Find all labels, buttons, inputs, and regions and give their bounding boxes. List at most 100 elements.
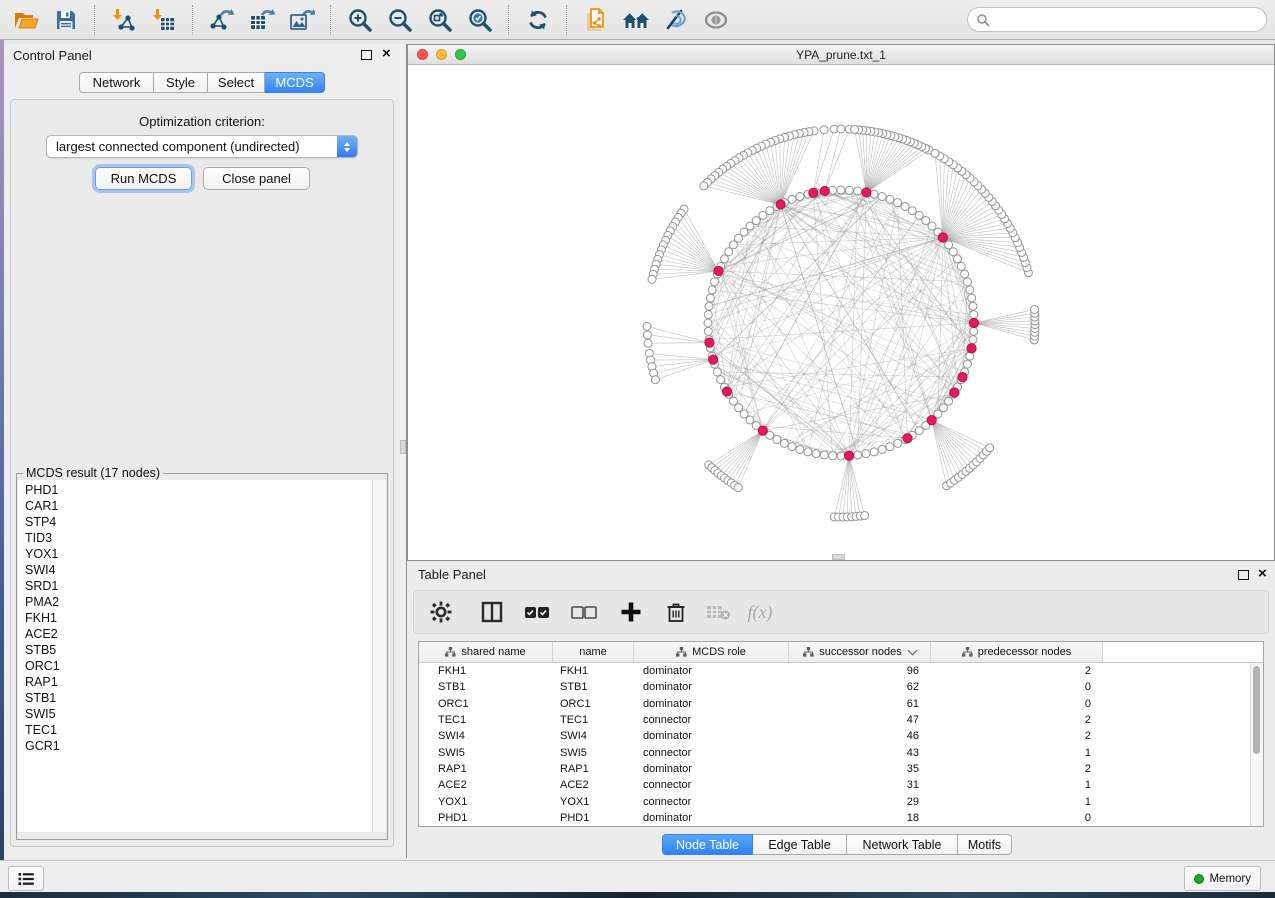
network-node[interactable] [837, 452, 845, 460]
mcds-node[interactable] [705, 338, 714, 347]
network-node[interactable] [963, 360, 971, 368]
open-session-icon[interactable] [6, 3, 46, 37]
zoom-fit-icon[interactable] [420, 3, 460, 37]
network-node[interactable] [970, 327, 978, 335]
panel-splitter[interactable] [400, 44, 407, 858]
table-row[interactable]: TEC1TEC1connector472 [419, 712, 1263, 728]
mcds-result-item[interactable]: ACE2 [25, 626, 372, 642]
network-node[interactable] [878, 445, 886, 453]
network-node[interactable] [648, 275, 656, 283]
network-node[interactable] [713, 368, 721, 376]
network-node[interactable] [837, 186, 845, 194]
table-row[interactable]: SWI4SWI4dominator462 [419, 728, 1263, 744]
search-input[interactable] [990, 9, 1266, 31]
network-node[interactable] [969, 336, 977, 344]
column-chooser-icon[interactable] [479, 599, 505, 625]
mcds-result-item[interactable]: YOX1 [25, 546, 372, 562]
network-node[interactable] [901, 202, 909, 210]
horizontal-splitter-handle[interactable] [832, 554, 845, 560]
mcds-node[interactable] [938, 233, 947, 242]
mcds-node[interactable] [862, 188, 871, 197]
network-node[interactable] [957, 262, 965, 270]
network-node[interactable] [700, 182, 708, 190]
import-network-icon[interactable] [104, 3, 144, 37]
network-node[interactable] [854, 451, 862, 459]
network-node[interactable] [870, 448, 878, 456]
network-node[interactable] [717, 376, 725, 384]
tab-network[interactable]: Network [79, 72, 154, 93]
mcds-node[interactable] [809, 188, 818, 197]
network-node[interactable] [969, 302, 977, 310]
table-scrollbar[interactable] [1250, 663, 1263, 826]
add-column-icon[interactable] [618, 599, 644, 625]
network-window-titlebar[interactable]: YPA_prune.txt_1 [408, 45, 1274, 65]
network-node[interactable] [706, 294, 714, 302]
mcds-result-item[interactable]: GCR1 [25, 738, 372, 754]
network-node[interactable] [766, 207, 774, 215]
network-node[interactable] [966, 286, 974, 294]
table-settings-icon[interactable] [428, 599, 454, 625]
zoom-out-icon[interactable] [380, 3, 420, 37]
save-session-icon[interactable] [46, 3, 86, 37]
panel-menu-button[interactable] [8, 866, 44, 891]
mcds-node[interactable] [776, 200, 785, 209]
import-table-icon[interactable] [144, 3, 184, 37]
share-document-icon[interactable] [576, 3, 616, 37]
table-row[interactable]: STB1STB1dominator620 [419, 679, 1263, 695]
network-node[interactable] [829, 186, 837, 194]
mcds-node[interactable] [758, 426, 767, 435]
network-node[interactable] [986, 444, 994, 452]
network-node[interactable] [788, 443, 796, 451]
network-node[interactable] [854, 187, 862, 195]
mcds-node[interactable] [714, 266, 723, 275]
network-node[interactable] [862, 450, 870, 458]
table-row[interactable]: FKH1FKH1dominator962 [419, 663, 1263, 679]
mcds-node[interactable] [958, 372, 967, 381]
zoom-selected-icon[interactable] [460, 3, 500, 37]
mcds-result-item[interactable]: STB1 [25, 690, 372, 706]
mcds-result-item[interactable]: ORC1 [25, 658, 372, 674]
mcds-result-item[interactable]: PMA2 [25, 594, 372, 610]
close-panel-icon[interactable]: × [382, 49, 391, 59]
network-node[interactable] [788, 195, 796, 203]
network-node[interactable] [705, 302, 713, 310]
export-network-icon[interactable] [202, 3, 242, 37]
optimization-criterion-select[interactable]: largest connected component (undirected) [46, 135, 358, 158]
refresh-icon[interactable] [518, 3, 558, 37]
network-node[interactable] [708, 286, 716, 294]
network-node[interactable] [894, 199, 902, 207]
network-node[interactable] [644, 339, 652, 347]
network-node[interactable] [734, 484, 742, 492]
network-node[interactable] [968, 294, 976, 302]
network-node[interactable] [908, 207, 916, 215]
network-node[interactable] [643, 322, 651, 330]
table-row[interactable]: RAP1RAP1dominator352 [419, 761, 1263, 777]
table-row[interactable]: YOX1YOX1connector291 [419, 793, 1263, 809]
float-table-panel-icon[interactable] [1238, 570, 1249, 580]
mcds-result-item[interactable]: SWI4 [25, 562, 372, 578]
mcds-node[interactable] [927, 416, 936, 425]
tab-style[interactable]: Style [154, 72, 208, 93]
network-node[interactable] [970, 311, 978, 319]
network-node[interactable] [845, 186, 853, 194]
splitter-handle[interactable] [400, 440, 406, 454]
mcds-node[interactable] [967, 344, 976, 353]
export-image-icon[interactable] [282, 3, 322, 37]
tab-edge-table[interactable]: Edge Table [753, 834, 847, 855]
network-node[interactable] [829, 452, 837, 460]
mcds-node[interactable] [709, 355, 718, 364]
network-node[interactable] [894, 439, 902, 447]
memory-button[interactable]: Memory [1184, 866, 1261, 891]
tab-mcds[interactable]: MCDS [265, 72, 325, 93]
network-canvas[interactable] [408, 64, 1274, 560]
mcds-result-item[interactable]: CAR1 [25, 498, 372, 514]
network-node[interactable] [837, 125, 845, 133]
network-node[interactable] [861, 512, 869, 520]
network-node[interactable] [780, 439, 788, 447]
mcds-node[interactable] [950, 388, 959, 397]
list-scrollbar[interactable] [372, 480, 386, 832]
zoom-in-icon[interactable] [340, 3, 380, 37]
network-node[interactable] [954, 255, 962, 263]
network-node[interactable] [651, 376, 659, 384]
mcds-result-item[interactable]: SWI5 [25, 706, 372, 722]
